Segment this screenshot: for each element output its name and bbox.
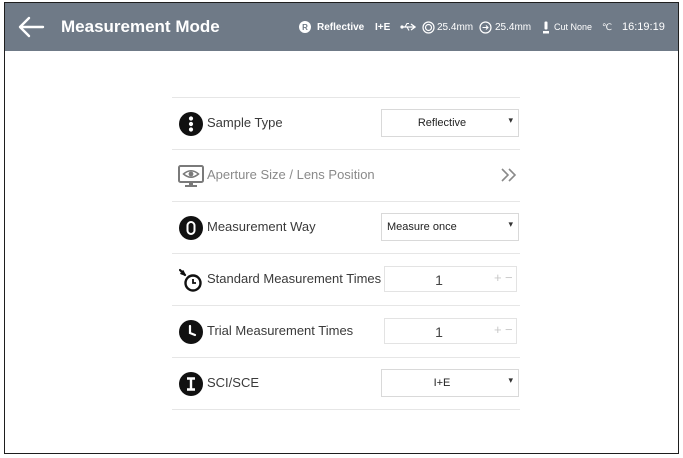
status-mode: R Reflective (299, 3, 364, 51)
chevron-down-icon: ▾ (508, 115, 513, 125)
measurement-way-value: Measure once (387, 221, 457, 233)
increment-button[interactable]: + (494, 270, 502, 285)
sample-type-label: Sample Type (207, 115, 283, 130)
decrement-button[interactable]: − (505, 322, 513, 337)
lens-position-icon (479, 20, 492, 34)
status-mode-text: Reflective (317, 21, 365, 33)
status-sci-sce-text: I+E (375, 21, 391, 33)
status-uv: Cut None (542, 3, 592, 51)
sci-sce-value: I+E (433, 377, 451, 389)
timer-icon (179, 268, 202, 292)
back-arrow-icon (18, 16, 45, 38)
standard-times-label: Standard Measurement Times (207, 271, 382, 286)
aperture-label: Aperture Size / Lens Position (207, 167, 375, 182)
eye-monitor-icon (178, 165, 204, 187)
reflective-mode-icon: R (299, 21, 311, 33)
app-window: Measurement Mode R Reflective I+E 25.4mm… (4, 2, 679, 454)
status-uv-text: Cut None (554, 22, 593, 32)
top-bar: Measurement Mode R Reflective I+E 25.4mm… (5, 3, 678, 51)
sample-type-icon (179, 112, 203, 136)
measurement-way-label: Measurement Way (207, 219, 316, 234)
measurement-way-select[interactable]: Measure once ▾ (381, 213, 519, 241)
sample-type-select[interactable]: Reflective ▾ (381, 109, 519, 137)
clock-time: 16:19:19 (622, 21, 665, 33)
status-temperature: ℃ (602, 3, 612, 51)
sample-type-value: Reflective (417, 117, 467, 129)
standard-times-value: 1 (435, 272, 443, 288)
trial-times-label: Trial Measurement Times (207, 323, 354, 338)
status-usb (400, 3, 416, 51)
trial-times-row: Trial Measurement Times 1 + − (172, 306, 520, 357)
increment-button[interactable]: + (494, 322, 502, 337)
measurement-way-row: Measurement Way Measure once ▾ (172, 202, 520, 253)
sci-sce-row: SCI/SCE I+E ▾ (172, 358, 520, 409)
sci-sce-icon (179, 372, 203, 396)
status-time: 16:19:19 (622, 3, 665, 51)
chevron-down-icon: ▾ (508, 375, 513, 385)
status-sci-sce: I+E (375, 3, 390, 51)
standard-times-stepper[interactable]: 1 + − (384, 266, 517, 292)
double-chevron-right-icon[interactable] (500, 167, 518, 183)
decrement-button[interactable]: − (505, 270, 513, 285)
usb-icon (400, 22, 416, 31)
status-aperture-text: 25.4mm (437, 21, 474, 33)
temperature-unit: ℃ (602, 21, 613, 32)
trial-times-value: 1 (435, 324, 443, 340)
sci-sce-select[interactable]: I+E ▾ (381, 369, 519, 397)
chevron-down-icon: ▾ (508, 219, 513, 229)
sci-sce-label: SCI/SCE (207, 375, 260, 390)
back-button[interactable] (17, 15, 45, 39)
page-title: Measurement Mode (61, 17, 220, 36)
aperture-row[interactable]: Aperture Size / Lens Position (172, 150, 520, 201)
clock-icon (179, 320, 203, 344)
svg-text:R: R (302, 23, 308, 32)
uv-filter-icon (543, 21, 549, 33)
sample-type-row: Sample Type Reflective ▾ (172, 98, 520, 149)
settings-list: Sample Type Reflective ▾ Aperture Size /… (172, 97, 520, 410)
trial-times-stepper[interactable]: 1 + − (384, 318, 517, 344)
divider (172, 409, 520, 410)
status-lens: 25.4mm (479, 3, 531, 51)
standard-times-row: Standard Measurement Times 1 + − (172, 254, 520, 305)
status-aperture: 25.4mm (422, 3, 473, 51)
status-lens-text: 25.4mm (495, 21, 532, 33)
measure-way-icon (179, 216, 203, 240)
aperture-icon (422, 20, 435, 34)
